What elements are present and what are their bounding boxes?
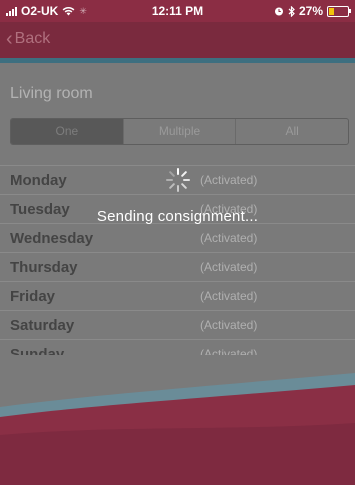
nav-bar: ‹ Back	[0, 22, 355, 58]
mode-segmented-control: One Multiple All	[10, 118, 349, 145]
status-right: 27%	[274, 4, 351, 18]
day-name: Thursday	[10, 259, 78, 276]
room-title: Living room	[10, 85, 93, 102]
segment-all[interactable]: All	[235, 119, 348, 144]
day-status: (Activated)	[200, 231, 258, 245]
day-name: Wednesday	[10, 230, 94, 247]
spinner-icon	[166, 168, 190, 192]
day-row-saturday[interactable]: Saturday (Activated)	[0, 310, 355, 339]
alarm-icon	[274, 7, 283, 16]
loading-message: Sending consignment...	[96, 208, 259, 225]
day-name: Saturday	[10, 317, 75, 334]
segment-one[interactable]: One	[11, 119, 123, 144]
day-status: (Activated)	[200, 289, 258, 303]
battery-percent: 27%	[298, 4, 323, 18]
back-button[interactable]: ‹ Back	[6, 28, 51, 50]
day-status: (Activated)	[200, 318, 258, 332]
battery-icon	[327, 5, 351, 17]
app-screen: O2-UK ✳ 12:11 PM 27% ‹ Back Living room …	[0, 0, 355, 485]
bottom-wave-decoration	[0, 355, 355, 485]
battery-fill	[329, 7, 335, 15]
day-status: (Activated)	[200, 260, 258, 274]
day-row-friday[interactable]: Friday (Activated)	[0, 281, 355, 310]
bluetooth-icon	[288, 5, 295, 17]
segment-multiple[interactable]: Multiple	[122, 119, 236, 144]
chevron-left-icon: ‹	[6, 28, 13, 50]
day-name: Friday	[10, 288, 56, 305]
status-bar: O2-UK ✳ 12:11 PM 27%	[0, 0, 355, 22]
back-label: Back	[14, 30, 51, 47]
loading-overlay: Sending consignment...	[0, 160, 355, 230]
day-row-thursday[interactable]: Thursday (Activated)	[0, 252, 355, 281]
